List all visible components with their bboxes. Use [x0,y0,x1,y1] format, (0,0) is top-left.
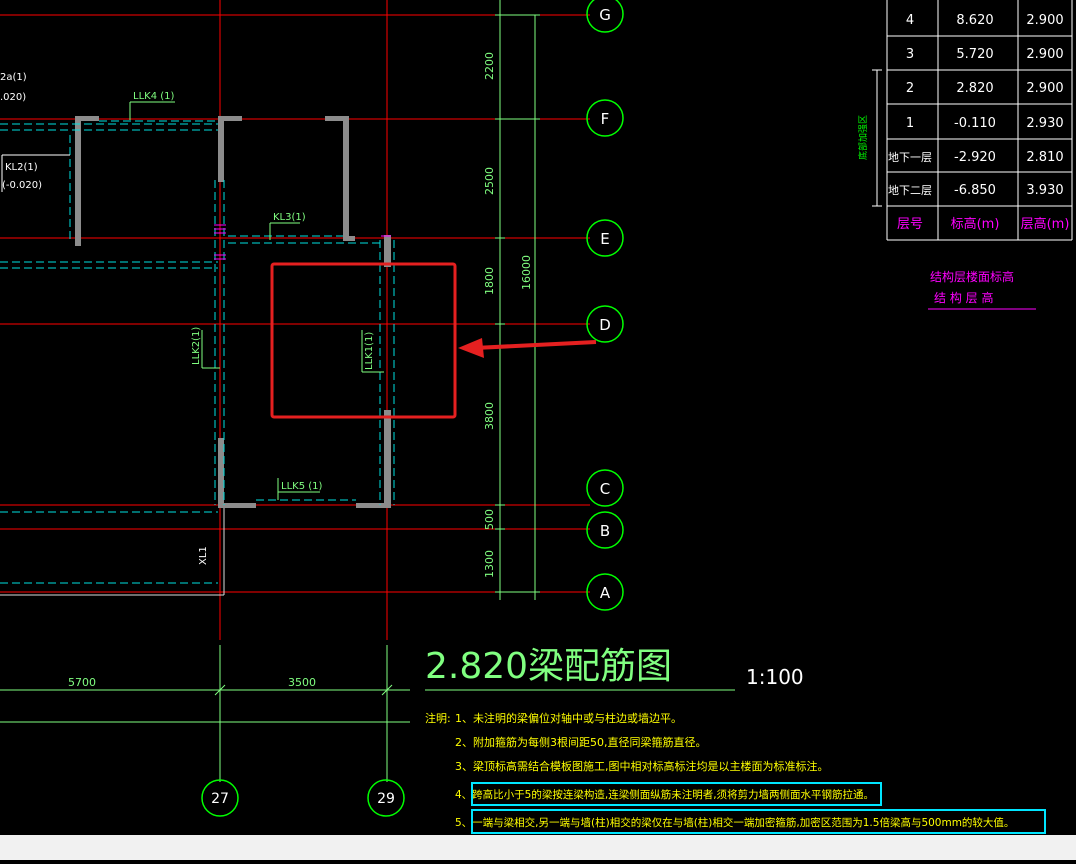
partial-beam-label: 2a(1) [0,72,27,83]
dim-500: 500 [483,509,496,530]
vertical-dimension-chain [495,0,540,600]
dim-3800: 3800 [483,402,496,430]
row-1-height: 2.900 [1026,47,1063,62]
drawing-title-block: 2.820梁配筋图 1:100 [425,646,804,691]
row-5-elevation: -6.850 [954,183,996,198]
kl2-elevation: (-0.020) [2,180,42,191]
row-4-floor: 地下一层 [888,151,932,164]
llk1-label: LLK1(1) [364,332,375,370]
magenta-marks [214,224,391,260]
vertical-axis-lines [219,0,388,640]
row-1-floor: 3 [906,47,914,62]
row-1-elevation: 5.720 [956,47,993,62]
row-0-elevation: 8.620 [956,13,993,28]
axis-bubbles-numbers [201,779,405,817]
floor-table: 4 8.620 2.900 3 5.720 2.900 2 2.820 2.90… [857,0,1073,310]
axis-a: A [600,584,611,602]
note-1: 1、未注明的梁偏位对轴中或与柱边或墙边平。 [455,711,682,725]
axis-29: 29 [377,791,395,807]
building-outline [0,508,225,596]
header-floor: 层号 [897,217,923,232]
llk4-label: LLK4 (1) [133,91,175,102]
row-5-height: 3.930 [1026,183,1063,198]
axis-bubbles-letters [586,0,624,611]
row-3-height: 2.930 [1026,116,1063,131]
shear-walls [75,116,391,508]
axis-e: E [600,230,609,248]
partial-beam-elevation: .020) [0,92,26,103]
dim-3500: 3500 [288,676,316,689]
axis-b: B [600,522,610,540]
table-caption-1: 结构层楼面标高 [930,269,1014,284]
window-status-bar [0,835,1076,860]
drawing-title: 2.820梁配筋图 [425,646,672,687]
dim-1300: 1300 [483,550,496,578]
horizontal-dimension-texts: 5700 3500 [68,676,316,689]
drawing-svg[interactable]: LLK4 (1) KL3(1) KL2(1) (-0.020) 2a(1) .0… [0,0,1076,860]
dim-5700: 5700 [68,676,96,689]
highlight-annotation [270,262,597,419]
row-3-elevation: -0.110 [954,116,996,131]
kl3-label: KL3(1) [273,212,306,223]
row-3-floor: 1 [906,116,914,131]
axis-27: 27 [211,791,229,807]
note-2: 2、附加箍筋为每侧3根间距50,直径同梁箍筋直径。 [455,735,707,749]
kl2-label: KL2(1) [5,162,38,173]
llk2-label: LLK2(1) [191,327,202,365]
row-2-floor: 2 [906,81,914,96]
row-2-elevation: 2.820 [956,81,993,96]
row-4-height: 2.810 [1026,150,1063,165]
llk5-label: LLK5 (1) [281,481,323,492]
axis-c: C [600,480,610,498]
row-2-height: 2.900 [1026,81,1063,96]
table-caption-2: 结 构 层 高 [934,290,993,305]
header-elevation: 标高(m) [951,216,1000,232]
beam-labels: LLK4 (1) KL3(1) KL2(1) (-0.020) 2a(1) .0… [0,72,384,565]
drawing-scale: 1:100 [746,665,804,689]
dim-2200: 2200 [483,52,496,80]
axis-g: G [599,6,611,24]
notes-prefix: 注明: [425,711,451,725]
row-0-floor: 4 [906,13,914,28]
note-3: 3、梁顶标高需结合模板图施工,图中相对标高标注均是以主楼面为标准标注。 [455,759,829,773]
cad-canvas[interactable]: LLK4 (1) KL3(1) KL2(1) (-0.020) 2a(1) .0… [0,0,1076,860]
dim-1800: 1800 [483,267,496,295]
axis-d: D [599,316,611,334]
row-4-elevation: -2.920 [954,150,996,165]
horizontal-dimension-chain [0,645,410,782]
xl1-label: XL1 [198,546,209,565]
reinforced-zone-label: 底部加强区 [857,115,869,160]
vertical-dimension-texts: 2200 2500 1800 3800 500 1300 16000 [483,52,533,578]
row-0-height: 2.900 [1026,13,1063,28]
note-4: 4、跨高比小于5的梁按连梁构造,连梁侧面纵筋未注明者,须将剪力墙两侧面水平钢筋拉… [455,788,874,801]
row-5-floor: 地下二层 [888,184,932,197]
note-5: 5、一端与梁相交,另一端与墙(柱)相交的梁仅在与墙(柱)相交一端加密箍筋,加密区… [455,816,1014,829]
header-height: 层高(m) [1021,216,1070,232]
dim-2500: 2500 [483,167,496,195]
notes: 注明: 1、未注明的梁偏位对轴中或与柱边或墙边平。 2、附加箍筋为每侧3根间距5… [425,711,1014,829]
axis-f: F [601,110,610,128]
dim-16000: 16000 [520,255,533,290]
